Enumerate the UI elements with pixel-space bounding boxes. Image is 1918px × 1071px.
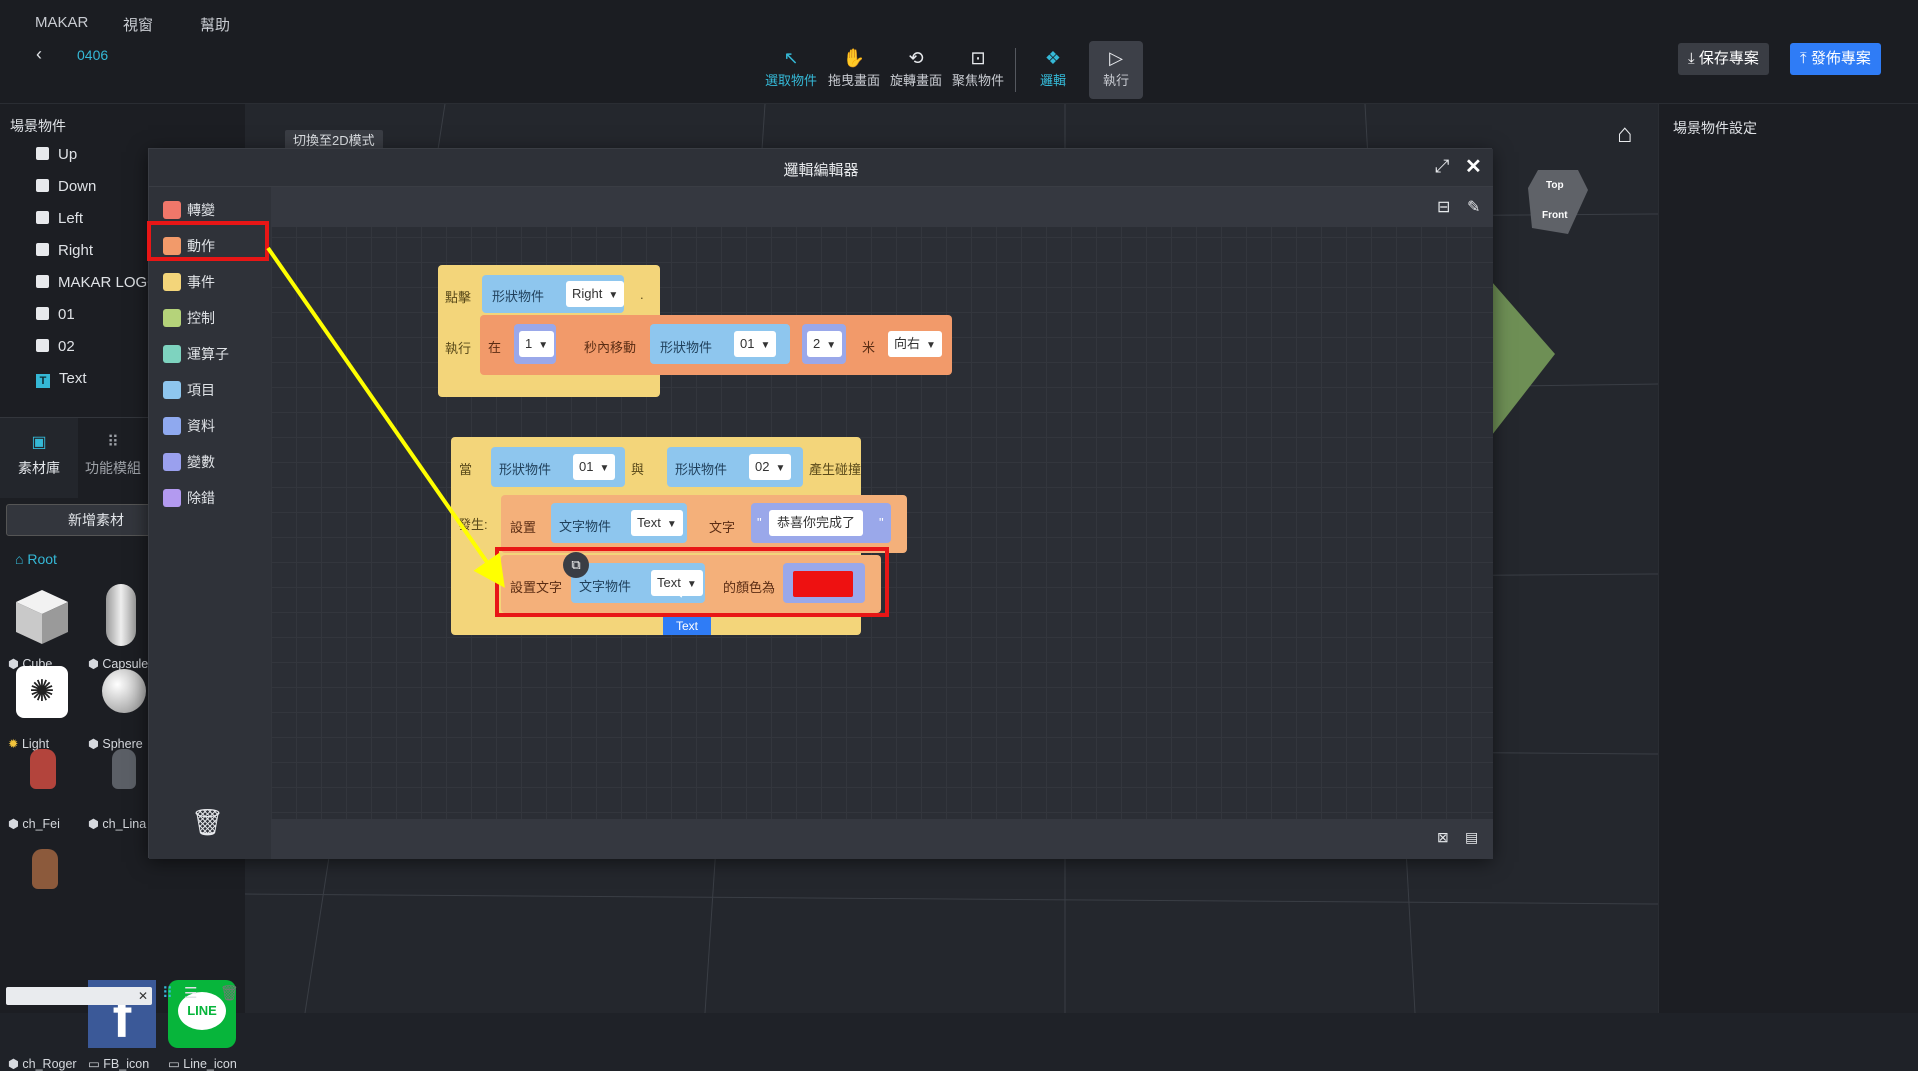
asset-ch-roger-label: ⬢ ch_Roger — [8, 1057, 77, 1071]
asset-line-icon-label: ▭ Line_icon — [168, 1057, 237, 1071]
annotation-arrow — [266, 246, 505, 588]
asset-fb-icon-label: ▭ FB_icon — [88, 1057, 150, 1071]
